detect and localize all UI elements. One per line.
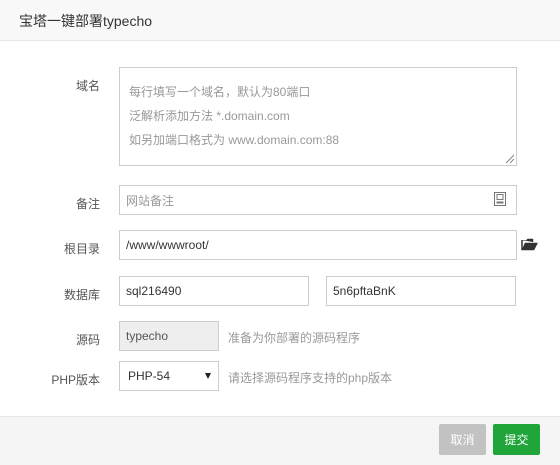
note-input[interactable]: 网站备注 [119,185,517,215]
database-user-input[interactable]: sql216490 [119,276,309,306]
database-label: 数据库 [63,288,100,302]
source-input: typecho [119,321,219,351]
dialog-title: 宝塔一键部署typecho [19,13,153,29]
source-hint: 准备为你部署的源码程序 [228,331,361,345]
database-password-input[interactable]: 5n6pftaBnK [326,276,516,306]
submit-button[interactable]: 提交 [493,424,540,455]
root-dir-input[interactable]: /www/wwwroot/ [119,230,517,260]
database-user-value: sql216490 [126,284,182,298]
root-dir-label: 根目录 [63,242,100,256]
source-value: typecho [126,329,169,343]
note-label: 备注 [75,197,100,211]
php-version-selected: PHP-54 [128,369,171,383]
database-password-value: 5n6pftaBnK [333,284,396,298]
domain-label: 域名 [75,79,100,93]
cancel-button[interactable]: 取消 [439,424,486,455]
note-icon [494,192,506,206]
resize-grip-icon[interactable] [505,154,515,164]
folder-open-icon[interactable] [521,238,538,251]
php-version-select[interactable]: PHP-54 [119,361,219,391]
caret-down-icon [205,373,211,379]
dialog-header: 宝塔一键部署typecho [0,0,560,41]
note-placeholder: 网站备注 [126,193,175,208]
php-version-label: PHP版本 [51,373,100,387]
domain-textarea[interactable] [119,67,517,166]
root-dir-value: /www/wwwroot/ [126,238,209,252]
php-version-hint: 请选择源码程序支持的php版本 [228,371,393,385]
source-label: 源码 [75,333,100,347]
